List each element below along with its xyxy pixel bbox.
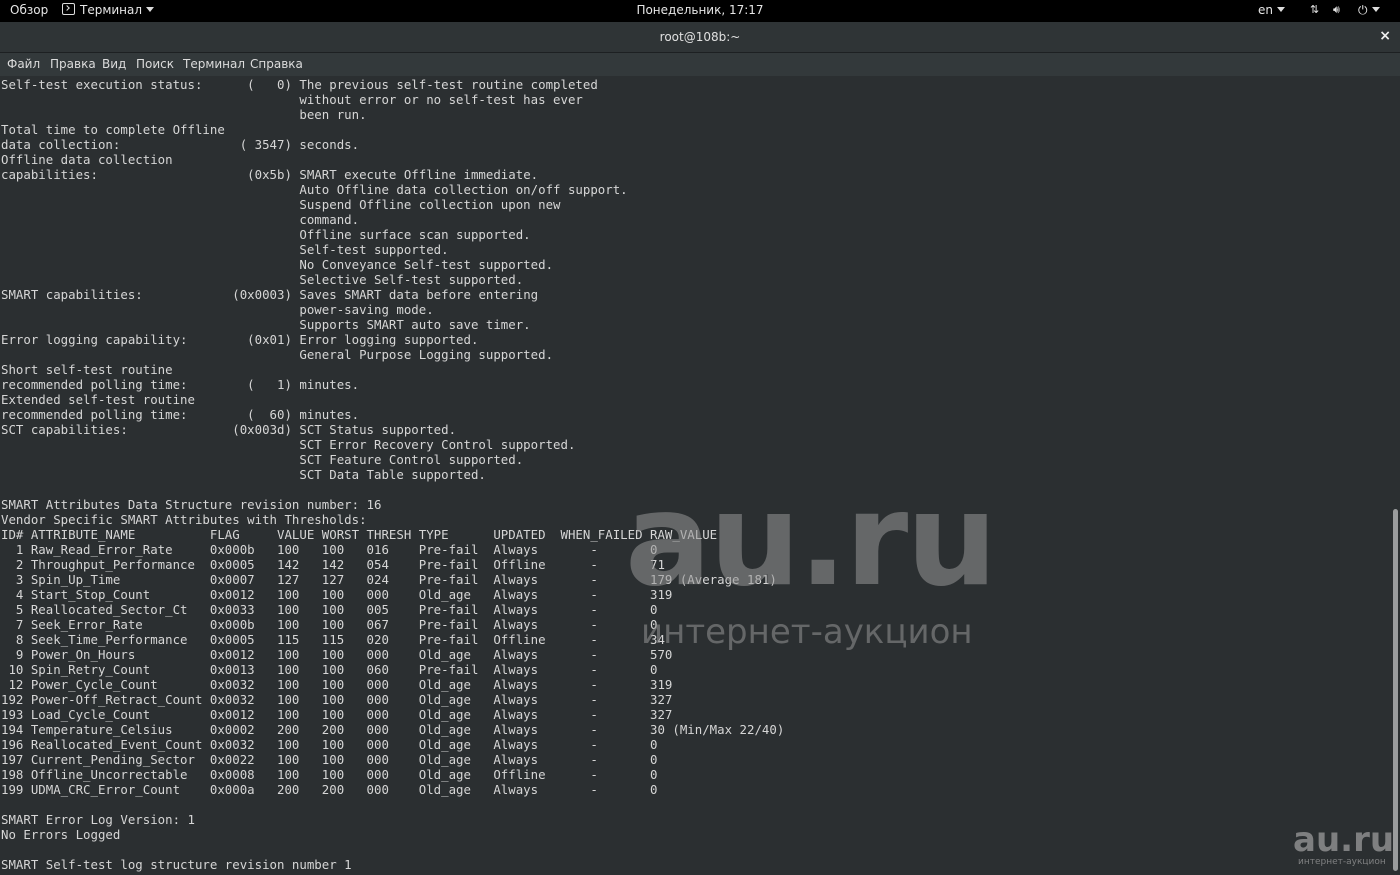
- window-titlebar[interactable]: root@108b:~ ×: [0, 22, 1400, 53]
- window-title: root@108b:~: [659, 30, 741, 44]
- watermark-corner-tagline: интернет-аукцион: [1298, 857, 1386, 867]
- scrollbar-thumb[interactable]: [1393, 509, 1398, 871]
- terminal-scrollbar[interactable]: [1392, 77, 1400, 875]
- language-label: en: [1258, 3, 1273, 17]
- menu-edit[interactable]: Правка: [50, 57, 96, 71]
- menu-view[interactable]: Вид: [102, 57, 126, 71]
- menu-file[interactable]: Файл: [7, 57, 40, 71]
- menu-search[interactable]: Поиск: [136, 57, 174, 71]
- watermark-brand: au.ru: [625, 466, 997, 615]
- language-indicator[interactable]: en: [1258, 3, 1285, 17]
- network-icon[interactable]: ⇅: [1310, 3, 1319, 16]
- menu-help[interactable]: Справка: [250, 57, 303, 71]
- chevron-down-icon: [1371, 7, 1380, 12]
- volume-icon[interactable]: 🔊︎: [1333, 3, 1340, 17]
- watermark-tagline: интернет-аукцион: [641, 612, 973, 652]
- close-button[interactable]: ×: [1379, 28, 1391, 44]
- power-icon[interactable]: ⏻: [1358, 3, 1380, 18]
- watermark-corner-brand: au.ru: [1293, 820, 1395, 860]
- top-bar: Обзор Терминал Понедельник, 17:17 en ⇅ 🔊…: [0, 0, 1400, 22]
- chevron-down-icon: [1277, 7, 1285, 12]
- clock[interactable]: Понедельник, 17:17: [0, 3, 1400, 17]
- menu-terminal[interactable]: Терминал: [183, 57, 245, 71]
- menu-bar: Файл Правка Вид Поиск Терминал Справка: [0, 53, 1400, 76]
